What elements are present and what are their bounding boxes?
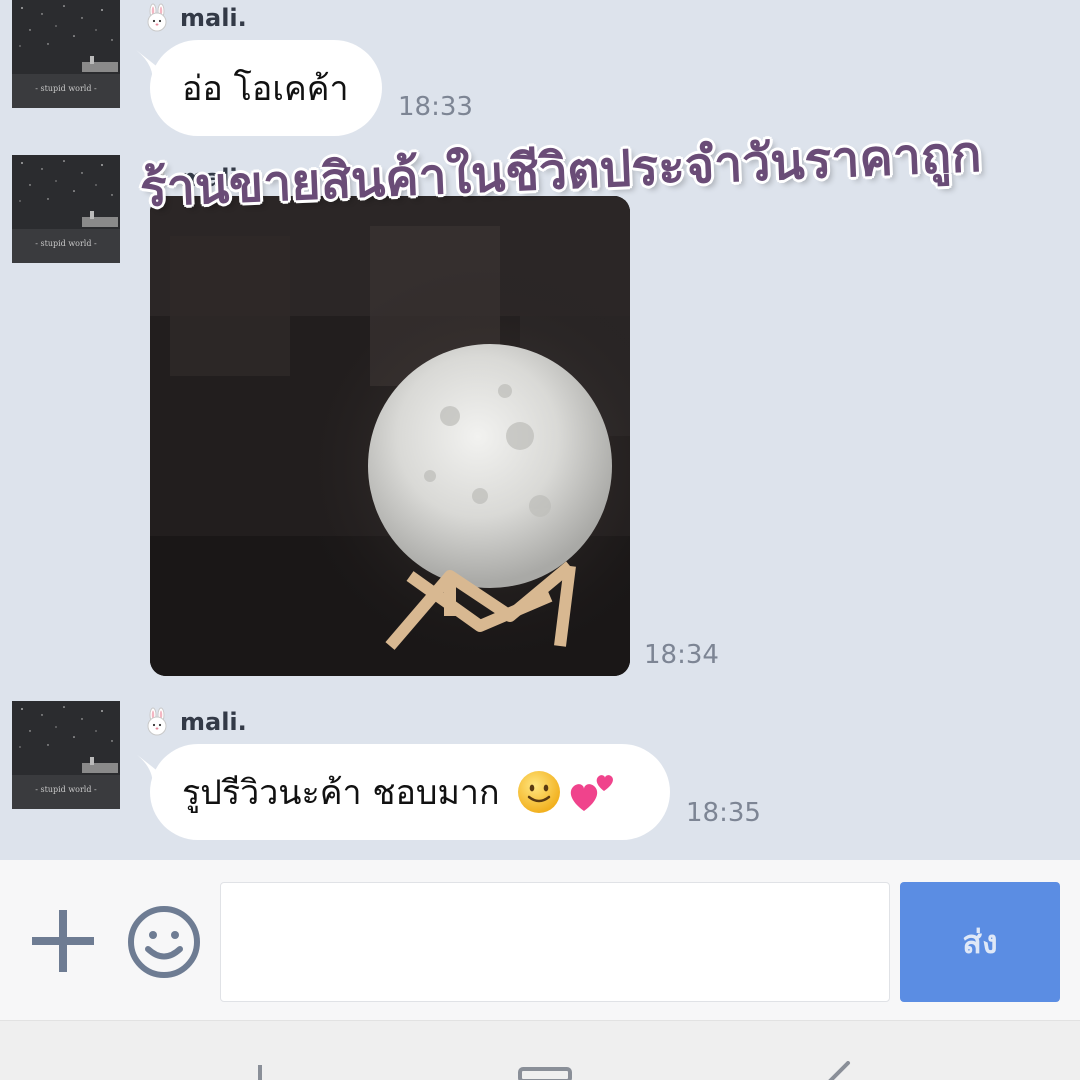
rabbit-icon	[147, 3, 167, 32]
line-chat-screen: - stupid world - mali. อ่อ โอเคค้า 18:33	[0, 0, 1080, 1080]
message-time: 18:35	[686, 798, 761, 828]
sender-avatar[interactable]: - stupid world -	[12, 0, 120, 108]
sender-header: mali.	[142, 704, 247, 740]
sender-avatar[interactable]: - stupid world -	[12, 155, 120, 263]
nav-edit-icon[interactable]	[826, 1061, 852, 1080]
sender-name: mali.	[180, 4, 247, 32]
slightly-smiling-face-icon	[517, 771, 560, 813]
smiley-icon[interactable]	[126, 904, 202, 980]
message-text: อ่อ โอเคค้า	[182, 69, 349, 109]
rabbit-icon	[147, 707, 167, 736]
avatar-caption: - stupid world -	[35, 239, 97, 248]
bottom-nav-bar	[0, 1020, 1080, 1080]
sender-avatar[interactable]: - stupid world -	[12, 701, 120, 809]
avatar-caption: - stupid world -	[35, 84, 97, 93]
message-bubble[interactable]: รูปรีวิวนะค้า ชอบมาก	[150, 744, 670, 840]
sender-name: mali.	[180, 708, 247, 736]
nav-chat-icon[interactable]	[518, 1067, 572, 1080]
plus-icon[interactable]	[30, 908, 96, 974]
message-bubble[interactable]: อ่อ โอเคค้า	[150, 40, 382, 136]
message-time: 18:34	[644, 640, 719, 670]
message-time: 18:33	[398, 92, 473, 122]
chat-history[interactable]: - stupid world - mali. อ่อ โอเคค้า 18:33	[0, 0, 1080, 860]
message-input[interactable]	[220, 882, 890, 1002]
moon-lamp-photo[interactable]	[150, 196, 630, 676]
nav-home-icon[interactable]	[250, 1065, 270, 1080]
avatar-caption: - stupid world -	[35, 785, 97, 794]
message-text: รูปรีวิวนะค้า ชอบมาก	[182, 773, 500, 813]
send-button[interactable]: ส่ง	[900, 882, 1060, 1002]
two-hearts-icon	[570, 775, 613, 811]
sender-header: mali.	[142, 0, 247, 36]
